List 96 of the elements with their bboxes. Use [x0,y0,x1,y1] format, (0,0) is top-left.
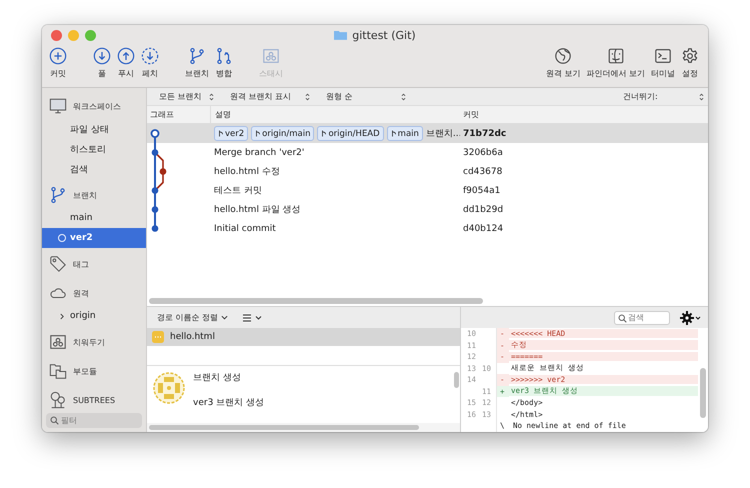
sidebar-section-label: 태그 [73,258,89,270]
up-down-chevron-icon [305,92,310,100]
column-header[interactable]: 커밋 [460,106,708,123]
folder-icon [334,30,348,40]
commit-hash: 71b72dc [463,128,506,138]
file-row[interactable]: hello.html [147,328,460,346]
scrollbar-thumb[interactable] [149,298,483,304]
list-view-icon[interactable] [242,312,264,322]
filter-dropdown[interactable]: 원격 브랜치 표시 [218,91,314,102]
sidebar-item[interactable]: 검색 [42,159,146,179]
sort-dropdown[interactable]: 경로 이름순 정렬 [157,312,228,323]
toolbar-button[interactable]: 풀 [90,47,114,79]
search-field[interactable]: 검색 [614,310,670,324]
branch-tag: main [386,126,423,141]
search-icon [618,314,627,322]
scrollbar-thumb[interactable] [454,372,458,388]
filter-dropdown[interactable]: 원형 순 [314,91,410,102]
up-down-chevron-icon [401,92,406,100]
branch-icon [390,129,397,138]
commit-hash: cd43678 [463,166,502,176]
toolbar-button[interactable]: 터미널 [648,47,678,79]
filter-dropdown[interactable]: 모든 브랜치 [147,91,218,102]
search-icon [50,416,59,425]
branch-icon [321,129,328,138]
sidebar-section-label: 워크스페이스 [73,100,121,112]
tag-icon [49,255,67,273]
toolbar-button[interactable]: 페치 [138,47,162,79]
monitor-icon [49,97,67,115]
settings-menu-button[interactable] [680,310,702,324]
trees-icon [49,391,67,409]
commit-message: hello.html 수정 [214,166,280,178]
commit-message: 테스트 커밋 [214,185,262,197]
window-title: gittest (Git) [352,28,416,42]
toolbar-button[interactable]: 푸시 [114,47,138,79]
commit-row[interactable]: 테스트 커밋 f9054a1 [147,181,708,200]
sidebar-section-label: 부모듈 [73,366,97,376]
branch-icon [255,129,262,138]
commit-message-line: 브랜치 생성 [193,372,242,384]
commit-row[interactable]: hello.html 수정 cd43678 [147,162,708,181]
stash-box-icon [262,47,280,65]
stash-box-icon [49,333,67,351]
plus-icon [49,47,67,65]
sidebar-section-label: 브랜치 [73,190,97,200]
terminal-icon [654,47,672,65]
settings-icon [681,47,699,65]
avatar-icon [153,372,185,404]
sidebar-item[interactable]: origin [42,306,146,326]
commit-hash: dd1b29d [463,204,504,214]
merge-icon [215,47,233,65]
scrollbar-thumb[interactable] [700,368,706,418]
branch-icon [49,186,67,204]
commit-message: Merge branch 'ver2' [214,148,304,158]
close-button[interactable] [51,30,62,40]
toolbar-button[interactable]: 브랜치 [182,47,212,79]
commit-message: Initial commit [214,224,276,234]
chevron-down-icon [221,315,228,320]
sidebar-section-label: 원격 [73,288,89,298]
commit-hash: 3206b6a [463,148,503,158]
sidebar-section-label: 치워두기 [73,336,105,348]
sidebar-item[interactable]: main [42,208,146,228]
sidebar-item[interactable]: 히스토리 [42,139,146,159]
sidebar-section-label: SUBTREES [73,396,116,404]
branch-tag: ver2 [214,126,248,141]
toolbar-button[interactable]: 파인더에서 보기 [583,47,648,79]
commit-row[interactable]: Merge branch 'ver2' 3206b6a [147,143,708,162]
commit-message: hello.html 파일 생성 [214,204,301,216]
toolbar-button[interactable]: 병합 [212,47,236,79]
skip-dropdown[interactable]: 건너뛰기: [613,91,708,102]
globe-icon [554,47,572,65]
chevron-right-icon[interactable] [60,313,64,320]
filter-field[interactable]: 필터 [46,413,142,428]
finder-window-icon [606,47,625,65]
branch-tag: origin/main [251,126,314,141]
column-header[interactable]: 그래프 [147,106,210,123]
current-branch-icon [58,234,66,242]
zoom-button[interactable] [85,30,96,40]
sidebar-item[interactable]: 파일 상태 [42,119,146,139]
branch-tag: origin/HEAD [317,126,384,141]
modified-file-icon [152,331,164,343]
up-down-chevron-icon [209,92,214,100]
branch-icon [218,129,224,138]
commit-hash: d40b124 [463,224,504,234]
commit-row[interactable]: hello.html 파일 생성 dd1b29d [147,200,708,219]
sidebar-item[interactable]: ver2 [42,228,146,248]
commit-message-line: ver3 브랜치 생성 [193,397,266,409]
toolbar-button[interactable]: 커밋 [46,47,70,79]
toolbar-button[interactable]: 원격 보기 [542,47,584,79]
column-header[interactable]: 설명 [210,106,460,123]
up-down-chevron-icon [699,92,704,100]
commit-hash: f9054a1 [463,186,500,196]
toolbar-button[interactable]: 설정 [678,47,702,79]
branch-icon [188,47,206,65]
folders-icon [49,362,67,380]
scrollbar-thumb[interactable] [149,425,419,430]
minimize-button[interactable] [68,30,79,40]
commit-row[interactable]: Initial commit d40b124 [147,219,708,238]
